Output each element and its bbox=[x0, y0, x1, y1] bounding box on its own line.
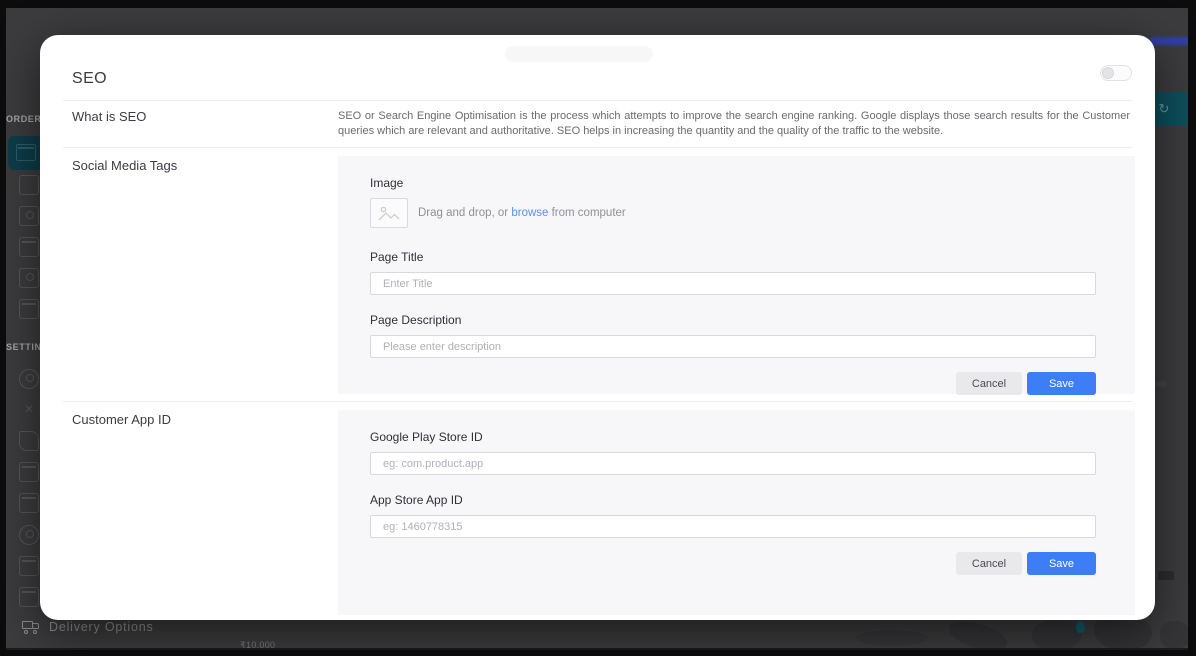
section-social-media-tags: Social Media Tags Image Drag and drop, o… bbox=[40, 148, 1155, 401]
window-frame-left bbox=[0, 0, 6, 656]
sidebar-item-customers[interactable] bbox=[19, 206, 39, 226]
world-map-shape bbox=[1032, 619, 1082, 651]
card-icon bbox=[19, 587, 39, 607]
browse-link[interactable]: browse bbox=[511, 207, 548, 219]
page-title-label: Page Title bbox=[370, 250, 1096, 264]
tools-cross-icon: × bbox=[19, 400, 39, 420]
modal-header: SEO bbox=[40, 35, 1155, 100]
sidebar-item-integrations[interactable]: × bbox=[19, 400, 39, 420]
page-description-input[interactable] bbox=[370, 335, 1096, 358]
google-play-store-id-input[interactable] bbox=[370, 452, 1096, 475]
map-marker-dot bbox=[1076, 621, 1085, 633]
sidebar-item-preferences[interactable] bbox=[19, 525, 39, 545]
sidebar-item-purchases[interactable] bbox=[19, 175, 39, 195]
upload-text-suffix: from computer bbox=[548, 207, 625, 219]
monitor-gear-icon bbox=[19, 462, 39, 482]
app-store-app-id-label: App Store App ID bbox=[370, 493, 1096, 507]
social-tags-save-button[interactable]: Save bbox=[1027, 372, 1096, 395]
sidebar-item-delivery-options[interactable]: Delivery Options bbox=[22, 620, 154, 634]
customer-app-id-label: Customer App ID bbox=[72, 412, 338, 427]
app-id-save-button[interactable]: Save bbox=[1027, 552, 1096, 575]
app-id-cancel-button[interactable]: Cancel bbox=[956, 552, 1022, 575]
clipboard-icon bbox=[19, 175, 39, 195]
seo-settings-modal: SEO What is SEO SEO or Search Engine Opt… bbox=[40, 35, 1155, 620]
store-icon bbox=[19, 268, 39, 288]
page-title: SEO bbox=[72, 70, 107, 88]
document-icon bbox=[19, 493, 39, 513]
world-map-shape bbox=[1160, 621, 1190, 649]
sidebar-item-display-settings[interactable] bbox=[19, 462, 39, 482]
customer-app-id-panel: Google Play Store ID App Store App ID Ca… bbox=[338, 410, 1135, 615]
page-description-label: Page Description bbox=[370, 313, 1096, 327]
background-artifact bbox=[1156, 381, 1166, 387]
what-is-seo-label: What is SEO bbox=[72, 109, 338, 124]
brand-logo bbox=[1150, 37, 1190, 45]
background-artifact bbox=[1158, 571, 1174, 580]
section-customer-app-id: Customer App ID Google Play Store ID App… bbox=[40, 402, 1155, 620]
sidebar-item-store[interactable] bbox=[19, 268, 39, 288]
apps-grid-icon bbox=[19, 556, 39, 576]
gear-icon bbox=[19, 525, 39, 545]
social-media-tags-label: Social Media Tags bbox=[72, 158, 338, 173]
report-icon bbox=[19, 237, 39, 257]
google-play-store-id-label: Google Play Store ID bbox=[370, 430, 1096, 444]
social-media-tags-panel: Image Drag and drop, or browse from comp… bbox=[338, 156, 1135, 394]
window-frame-bottom bbox=[0, 650, 1196, 656]
section-what-is-seo: What is SEO SEO or Search Engine Optimis… bbox=[40, 101, 1155, 147]
world-map-shape bbox=[856, 630, 928, 646]
customer-icon bbox=[19, 206, 39, 226]
account-icon bbox=[19, 369, 39, 389]
image-label: Image bbox=[370, 176, 1096, 190]
sidebar-item-reports[interactable] bbox=[19, 237, 39, 257]
upload-instruction-text: Drag and drop, or browse from computer bbox=[418, 207, 626, 219]
monitor-icon bbox=[19, 299, 39, 319]
circular-arrow-icon: ↻ bbox=[1159, 101, 1170, 117]
sidebar-item-display[interactable] bbox=[19, 299, 39, 319]
window-frame-right bbox=[1188, 0, 1196, 656]
sidebar-item-apps[interactable] bbox=[19, 556, 39, 576]
sidebar-item-documents[interactable] bbox=[19, 493, 39, 513]
sidebar-item-billing[interactable] bbox=[19, 587, 39, 607]
seo-description-text: SEO or Search Engine Optimisation is the… bbox=[338, 101, 1155, 147]
window-frame-top bbox=[0, 0, 1196, 8]
image-upload-dropzone[interactable]: Drag and drop, or browse from computer bbox=[370, 198, 1096, 228]
image-upload-box[interactable] bbox=[370, 198, 408, 228]
paintbrush-icon bbox=[19, 431, 39, 451]
sidebar-item-orders-active[interactable] bbox=[8, 136, 44, 170]
app-store-app-id-input[interactable] bbox=[370, 515, 1096, 538]
page-title-input[interactable] bbox=[370, 272, 1096, 295]
delivery-options-label: Delivery Options bbox=[49, 620, 154, 634]
toggle-knob bbox=[1102, 67, 1114, 79]
social-tags-cancel-button[interactable]: Cancel bbox=[956, 372, 1022, 395]
seo-enable-toggle[interactable] bbox=[1100, 65, 1132, 81]
upload-text-prefix: Drag and drop, or bbox=[418, 207, 511, 219]
delivery-truck-icon bbox=[22, 621, 40, 633]
sidebar-item-appearance[interactable] bbox=[19, 431, 39, 451]
image-placeholder-icon bbox=[378, 205, 400, 222]
sidebar-item-account[interactable] bbox=[19, 369, 39, 389]
orders-board-icon bbox=[8, 136, 44, 170]
